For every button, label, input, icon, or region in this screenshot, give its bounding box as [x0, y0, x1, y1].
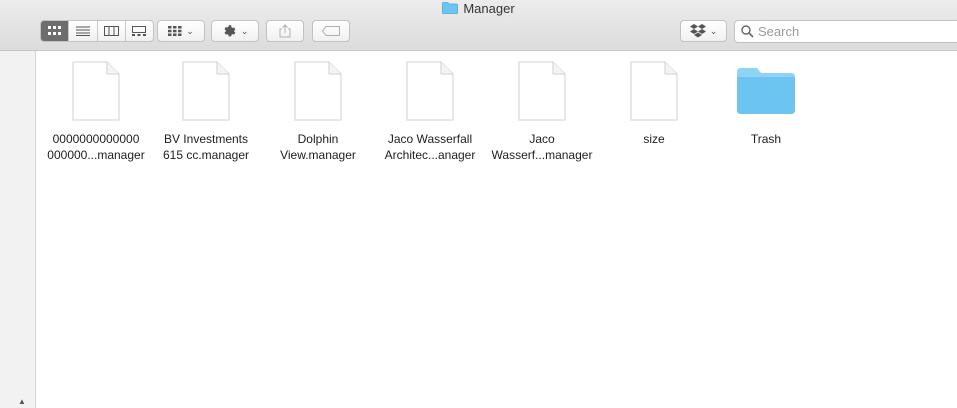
file-item[interactable]: Jaco Wasserfall Architec...anager: [374, 59, 486, 163]
chevron-down-icon: ⌄: [240, 25, 249, 36]
file-item[interactable]: Dolphin View.manager: [262, 59, 374, 163]
gear-icon: [224, 24, 236, 36]
gallery-icon: [132, 26, 147, 36]
dropbox-button[interactable]: ⌄: [680, 20, 727, 42]
document-icon: [518, 61, 566, 121]
file-item[interactable]: size: [598, 59, 710, 147]
file-item[interactable]: BV Investments 615 cc.manager: [150, 59, 262, 163]
document-icon: [294, 61, 342, 121]
search-icon: [741, 25, 754, 38]
document-icon: [182, 61, 230, 121]
folder-item[interactable]: Trash: [710, 59, 822, 147]
folder-icon: [442, 2, 459, 14]
icon-view-button[interactable]: [41, 21, 70, 41]
columns-icon: [103, 26, 119, 36]
search-field[interactable]: [734, 20, 957, 43]
document-icon: [406, 61, 454, 121]
grid-icon: [47, 26, 61, 35]
sidebar: ▲: [0, 51, 36, 408]
document-icon: [72, 61, 120, 121]
toolbar: Manager ⌄ ⌄ ⌄ Search: [0, 0, 957, 51]
window-title-text: Manager: [463, 0, 515, 16]
gallery-view-button[interactable]: [126, 21, 153, 41]
group-by-button[interactable]: ⌄: [157, 20, 205, 42]
view-mode-segmented-control[interactable]: [40, 20, 154, 42]
chevron-down-icon: ⌄: [186, 25, 194, 36]
file-name: Dolphin View.manager: [280, 132, 356, 162]
document-icon: [630, 61, 678, 121]
action-button[interactable]: ⌄: [211, 20, 259, 42]
dropbox-icon: [689, 24, 706, 38]
share-icon: [279, 24, 291, 38]
sidebar-resize-handle[interactable]: ▲: [18, 397, 26, 406]
file-name: 0000000000000 000000...manager: [47, 132, 145, 162]
tags-button[interactable]: [312, 20, 350, 42]
tag-icon: [322, 26, 340, 36]
file-name: Jaco Wasserfall Architec...anager: [384, 132, 476, 162]
chevron-down-icon: ⌄: [709, 25, 718, 36]
file-area: 0000000000000 000000...manager BV Invest…: [36, 51, 957, 408]
column-view-button[interactable]: [98, 21, 126, 41]
share-button[interactable]: [266, 20, 304, 42]
group-grid-icon: [168, 26, 182, 36]
window-title: Manager: [0, 0, 957, 16]
list-view-button[interactable]: [69, 21, 98, 41]
file-name: size: [643, 132, 665, 146]
folder-name: Trash: [750, 132, 782, 146]
file-item[interactable]: Jaco Wasserf...manager: [486, 59, 598, 163]
search-input[interactable]: [758, 24, 938, 39]
file-item[interactable]: 0000000000000 000000...manager: [40, 59, 152, 163]
file-name: Jaco Wasserf...manager: [491, 132, 593, 162]
list-icon: [75, 26, 90, 36]
file-name: BV Investments 615 cc.manager: [162, 132, 250, 162]
folder-icon: [737, 68, 795, 114]
